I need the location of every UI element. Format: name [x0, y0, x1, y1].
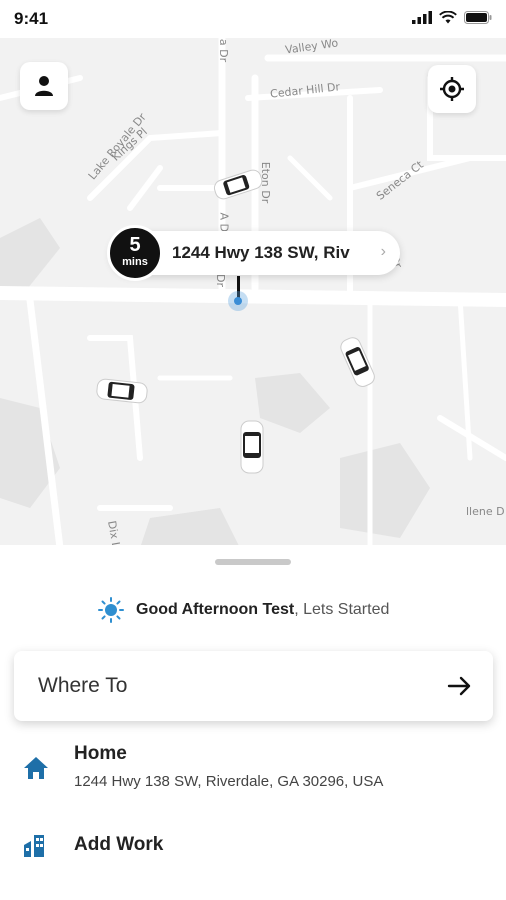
eta-badge: 5 mins: [107, 225, 163, 281]
car-icon: [340, 337, 375, 387]
work-building-icon: [24, 835, 44, 857]
add-work-label: Add Work: [74, 834, 164, 855]
street-label: Dr: [214, 274, 227, 287]
chevron-right-icon: ›: [380, 243, 386, 260]
greeting-name: Good Afternoon Test: [136, 601, 295, 618]
wifi-icon: [439, 11, 457, 24]
saved-place-address: 1244 Hwy 138 SW, Riverdale, GA 30296, US…: [74, 773, 384, 790]
street-label: llene D: [466, 505, 505, 518]
pickup-eta-pill[interactable]: 5 mins 1244 Hwy 138 SW, Riv ›: [107, 225, 400, 281]
greeting: Good Afternoon Test, Lets Started: [98, 597, 389, 623]
user-icon: [35, 76, 53, 96]
add-work-button[interactable]: Add Work: [22, 831, 492, 865]
eta-value: 5: [129, 234, 141, 256]
pickup-address: 1244 Hwy 138 SW, Riv: [172, 243, 350, 262]
where-to-label: Where To: [38, 674, 128, 697]
status-icons: [412, 11, 492, 24]
greeting-suffix: , Lets Started: [294, 601, 390, 618]
car-icon: [213, 169, 263, 200]
car-icon: [240, 420, 264, 474]
car-icon: [96, 378, 148, 404]
home-icon: [24, 757, 48, 779]
sheet-drag-handle[interactable]: [215, 559, 291, 565]
profile-button[interactable]: [20, 62, 68, 110]
map-view[interactable]: Valley Wo Cedar Hill Dr Lake Royale Dr K…: [0, 38, 506, 548]
where-to-search[interactable]: Where To: [14, 651, 493, 721]
status-time: 9:41: [14, 9, 49, 28]
bottom-sheet: Good Afternoon Test, Lets Started Where …: [0, 545, 506, 900]
pickup-location-dot: [228, 291, 248, 311]
crosshair-icon: [440, 77, 464, 101]
saved-place-home[interactable]: Home 1244 Hwy 138 SW, Riverdale, GA 3029…: [22, 741, 492, 801]
status-bar: 9:41: [0, 0, 506, 38]
street-label: a Dr: [217, 38, 231, 63]
signal-icon: [412, 11, 432, 24]
locate-me-button[interactable]: [428, 65, 476, 113]
greeting-text: Good Afternoon Test, Lets Started: [136, 601, 389, 619]
eta-unit: mins: [122, 256, 148, 268]
saved-place-title: Home: [74, 743, 127, 764]
sun-icon: [98, 597, 124, 623]
battery-icon: [464, 11, 492, 24]
arrow-right-icon: [447, 676, 471, 696]
